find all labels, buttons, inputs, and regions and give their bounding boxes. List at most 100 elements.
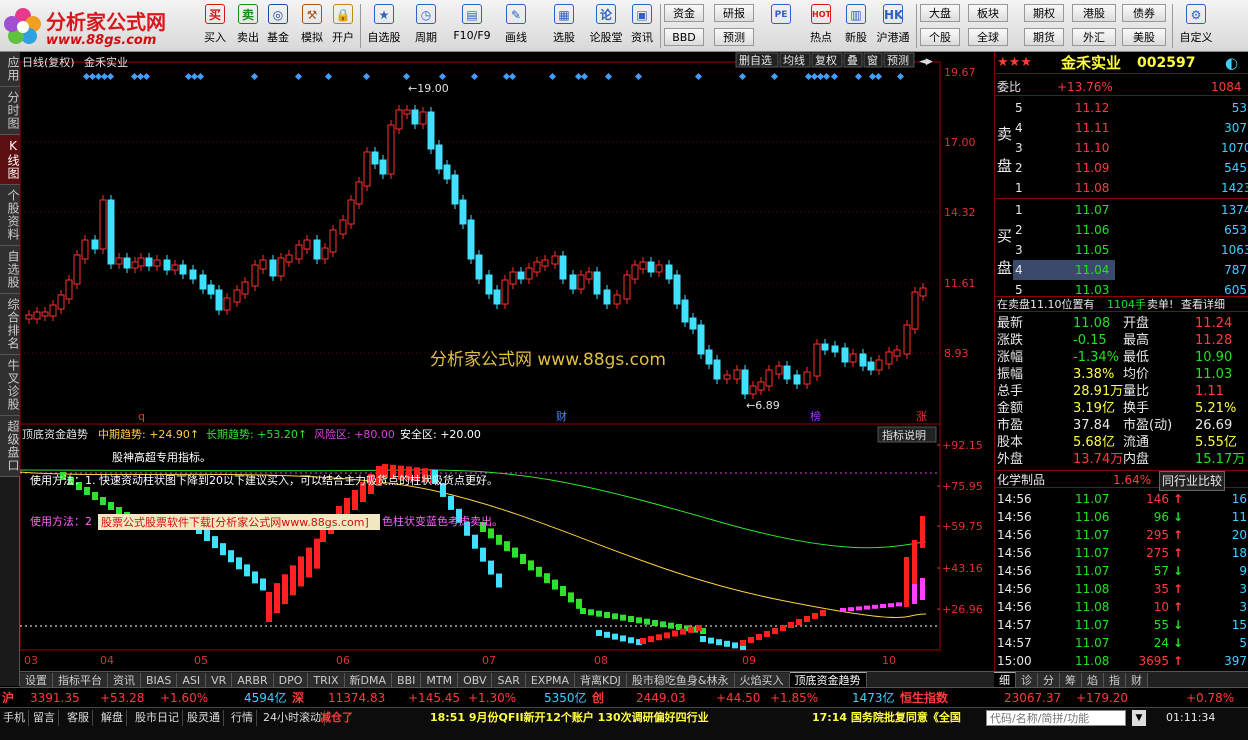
indicator-tab-17[interactable]: 股市稳吃鱼身&林永 [626,673,735,687]
indicator-tab-1[interactable]: 设置 [20,673,53,687]
toolbar-small-yanbao[interactable]: 研报 [714,4,754,22]
toolbar-small-dapan[interactable]: 大盘 [920,4,960,22]
quote-tab-4[interactable]: 筹 [1060,673,1082,687]
toolbar-button-2[interactable]: 卖卖出 [233,2,263,50]
notice-detail-link[interactable]: 查看详细 [1181,297,1225,313]
toolbar-button-7[interactable]: ◷ 周期 [408,2,444,50]
sell-price-3[interactable]: 11.10 [1075,138,1109,158]
toolbar-button-15[interactable]: ▥ 新股 [840,2,872,50]
indicator-tab-8[interactable]: DPO [273,673,309,687]
status-item-5[interactable]: 股市日记 [132,710,183,726]
buy-price-4[interactable]: 11.04 [1075,260,1109,280]
sell-price-1[interactable]: 11.08 [1075,178,1109,198]
indicator-tab-14[interactable]: SAR [492,673,526,687]
toolbar-button-11[interactable]: 论论股堂 [586,2,626,50]
quote-tab-1[interactable]: 细 [994,672,1016,687]
cy-index[interactable]: 2449.03 [636,688,686,708]
search-input[interactable] [986,710,1126,726]
quote-tab-7[interactable]: 财 [1126,673,1148,687]
indicator-tab-18[interactable]: 火焰买入 [734,673,790,687]
quote-tab-2[interactable]: 诊 [1016,673,1038,687]
indicator-tab-15[interactable]: EXPMA [525,673,575,687]
left-tab-1[interactable]: 应用 [0,52,20,87]
indicator-tab-3[interactable]: 资讯 [108,673,141,687]
toolbar-button-5[interactable]: 🔒 开户 [328,2,358,50]
toolbar-label-1: 买入 [204,31,226,44]
buy-price-3[interactable]: 11.05 [1075,240,1109,260]
sh-index[interactable]: 3391.35 [30,688,80,708]
toolbar-button-6[interactable]: ★ 自选股 [364,2,404,50]
left-tab-8[interactable]: 超级盘口 [0,416,20,477]
candle-body-9 [99,199,107,250]
status-item-8[interactable]: 24小时滚动 [260,710,325,726]
candle-body-41 [371,151,379,165]
toolbar-button-14[interactable]: HOT 热点 [804,2,838,50]
status-item-7[interactable]: 行情 [228,710,257,726]
toolbar-button-8[interactable]: ▤ F10/F9 [450,2,494,50]
toolbar-button-4[interactable]: ⚒ 模拟 [297,2,327,50]
left-tab-6[interactable]: 综合排名 [0,294,20,355]
sector-name[interactable]: 化学制品 [997,471,1045,489]
sell-price-2[interactable]: 11.09 [1075,158,1109,178]
status-item-1[interactable]: 手机 [0,710,29,726]
indicator-tab-9[interactable]: TRIX [308,673,345,687]
toolbar-button-10[interactable]: ▦ 选股 [546,2,582,50]
indicator-tab-4[interactable]: BIAS [141,673,178,687]
hist-red-e-8 [804,616,810,622]
toolbar-small-zhaiquan[interactable]: 债券 [1122,4,1166,22]
signal-diamond-12 [294,72,303,81]
toolbar-small-qihuo2[interactable]: 期货 [1024,28,1064,46]
indicator-tab-10[interactable]: 新DMA [344,673,393,687]
indicator-tab-13[interactable]: OBV [458,673,493,687]
indicator-tab-12[interactable]: MTM [421,673,459,687]
toolbar-small-bbd[interactable]: BBD [664,28,704,46]
toolbar-small-qihuo[interactable]: 期权 [1024,4,1064,22]
quote-tab-6[interactable]: 指 [1104,673,1126,687]
toolbar-button-13[interactable]: PE [764,2,798,50]
quote-tab-3[interactable]: 分 [1038,673,1060,687]
search-dropdown-icon[interactable]: ▼ [1132,710,1146,726]
toolbar-small-bankuai[interactable]: 板块 [968,4,1008,22]
toolbar-small-yuce[interactable]: 预测 [714,28,754,46]
indicator-tab-16[interactable]: 背离KDJ [574,673,627,687]
toolbar-button-16[interactable]: HK 沪港通 [874,2,912,50]
indicator-tab-7[interactable]: ARBR [232,673,274,687]
toolbar-button-9[interactable]: ✎ 画线 [498,2,534,50]
quote-tab-5[interactable]: 焰 [1082,673,1104,687]
status-item-3[interactable]: 客服 [64,710,93,726]
toolbar-small-ganggu[interactable]: 港股 [1072,4,1116,22]
sell-price-4[interactable]: 11.11 [1075,118,1109,138]
left-tab-4[interactable]: 个股资料 [0,185,20,246]
indicator-tab-2[interactable]: 指标平台 [53,673,108,687]
buy-price-2[interactable]: 11.06 [1075,220,1109,240]
status-item-4[interactable]: 解盘 [98,710,127,726]
indicator-tab-5[interactable]: ASI [177,673,207,687]
left-tab-3[interactable]: K线图 [0,135,20,185]
toolbar-button-3[interactable]: ◎ 基金 [262,2,294,50]
news-item-2[interactable]: 17:14 国务院批复同意《全国 [812,710,984,726]
hs-index[interactable]: 23067.37 [1004,688,1061,708]
kline-chart[interactable]: 日线(复权) 金禾实业 删自选 均线 复权叠窗预测 ◄▶ 19.67 17.00 14.32 11… [20,52,994,672]
toolbar-small-gegu[interactable]: 个股 [920,28,960,46]
sell-price-5[interactable]: 11.12 [1075,98,1109,118]
toolbar-button-17[interactable]: ⚙ 自定义 [1176,2,1216,50]
left-tab-2[interactable]: 分时图 [0,87,20,135]
toolbar-button-1[interactable]: 买买入 [200,2,230,50]
color-wheel-icon[interactable]: ◐ [1225,52,1238,74]
left-tab-5[interactable]: 自选股 [0,246,20,294]
left-tab-7[interactable]: 牛叉诊股 [0,355,20,416]
news-item-1[interactable]: 18:51 9月份QFII新开12个账户 130次调研偏好四行业 [430,710,709,726]
status-item-6[interactable]: 股灵通 [184,710,224,726]
toolbar-small-zijin[interactable]: 资金 [664,4,704,22]
sz-index[interactable]: 11374.83 [328,688,385,708]
indicator-tab-6[interactable]: VR [206,673,233,687]
toolbar-small-quanqiu[interactable]: 全球 [968,28,1008,46]
toolbar-small-meigu[interactable]: 美股 [1122,28,1166,46]
industry-compare-button[interactable]: 同行业比较 [1159,471,1226,491]
indicator-tab-19[interactable]: 顶底资金趋势 [789,672,867,687]
indicator-tab-11[interactable]: BBI [392,673,422,687]
toolbar-button-12[interactable]: ▣ 资讯 [626,2,658,50]
toolbar-small-waihui[interactable]: 外汇 [1072,28,1116,46]
buy-price-1[interactable]: 11.07 [1075,200,1109,220]
status-item-2[interactable]: 留言 [30,710,59,726]
